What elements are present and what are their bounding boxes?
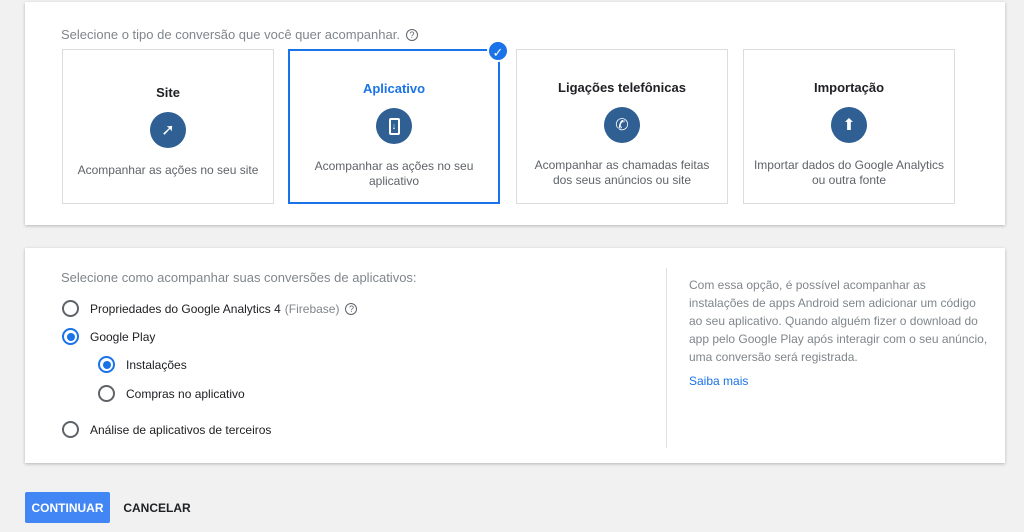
option-title: Site bbox=[156, 85, 180, 100]
conversion-type-card: Selecione o tipo de conversão que você q… bbox=[25, 2, 1005, 225]
cursor-click-icon: ➚ bbox=[150, 112, 186, 148]
prompt-text: Selecione o tipo de conversão que você q… bbox=[61, 27, 400, 42]
info-text: Com essa opção, é possível acompanhar as… bbox=[689, 278, 988, 364]
cancel-button[interactable]: CANCELAR bbox=[118, 492, 196, 523]
conversion-type-prompt: Selecione o tipo de conversão que você q… bbox=[61, 27, 418, 42]
option-import[interactable]: Importação ⬆ Importar dados do Google An… bbox=[743, 49, 955, 204]
radio-label: Análise de aplicativos de terceiros bbox=[90, 422, 272, 437]
option-desc: Acompanhar as ações no seu aplicativo bbox=[314, 159, 474, 188]
option-app[interactable]: ✓ Aplicativo ↓ Acompanhar as ações no se… bbox=[288, 40, 509, 204]
option-desc: Acompanhar as ações no seu site bbox=[77, 163, 259, 177]
phone-download-icon: ↓ bbox=[376, 108, 412, 144]
radio-third-party[interactable]: Análise de aplicativos de terceiros bbox=[62, 421, 271, 438]
help-icon[interactable]: ? bbox=[405, 29, 418, 41]
radio-label: Propriedades do Google Analytics 4 bbox=[90, 301, 281, 316]
option-title: Importação bbox=[813, 80, 885, 95]
app-tracking-card: Selecione como acompanhar suas conversõe… bbox=[25, 248, 1005, 463]
option-title: Ligações telefônicas bbox=[558, 80, 686, 95]
radio-button[interactable] bbox=[62, 421, 79, 438]
help-icon[interactable]: ? bbox=[345, 302, 358, 315]
radio-label: Compras no aplicativo bbox=[126, 386, 245, 401]
radio-google-play[interactable]: Google Play bbox=[62, 328, 155, 345]
option-title: Aplicativo bbox=[362, 81, 426, 96]
learn-more-link[interactable]: Saiba mais bbox=[689, 374, 748, 388]
divider bbox=[666, 268, 667, 448]
continue-button[interactable]: CONTINUAR bbox=[25, 492, 110, 523]
option-desc: Importar dados do Google Analytics ou ou… bbox=[753, 158, 945, 187]
option-desc: Acompanhar as chamadas feitas dos seus a… bbox=[534, 158, 710, 187]
radio-ga4[interactable]: Propriedades do Google Analytics 4 (Fireb… bbox=[62, 300, 358, 317]
radio-button[interactable] bbox=[62, 300, 79, 317]
radio-note: (Firebase) bbox=[284, 301, 340, 316]
radio-purchases[interactable]: Compras no aplicativo bbox=[98, 385, 245, 402]
upload-icon: ⬆ bbox=[831, 107, 867, 143]
radio-button[interactable] bbox=[98, 356, 115, 373]
option-site[interactable]: Site ➚ Acompanhar as ações no seu site bbox=[62, 49, 274, 204]
radio-label: Instalações bbox=[126, 357, 187, 372]
app-tracking-prompt: Selecione como acompanhar suas conversõe… bbox=[61, 270, 417, 285]
phone-icon: ✆ bbox=[604, 107, 640, 143]
radio-label: Google Play bbox=[90, 329, 156, 344]
option-calls[interactable]: Ligações telefônicas ✆ Acompanhar as cha… bbox=[516, 49, 728, 204]
radio-button[interactable] bbox=[62, 328, 79, 345]
radio-installs[interactable]: Instalações bbox=[98, 356, 187, 373]
check-icon: ✓ bbox=[487, 40, 509, 62]
radio-button[interactable] bbox=[98, 385, 115, 402]
